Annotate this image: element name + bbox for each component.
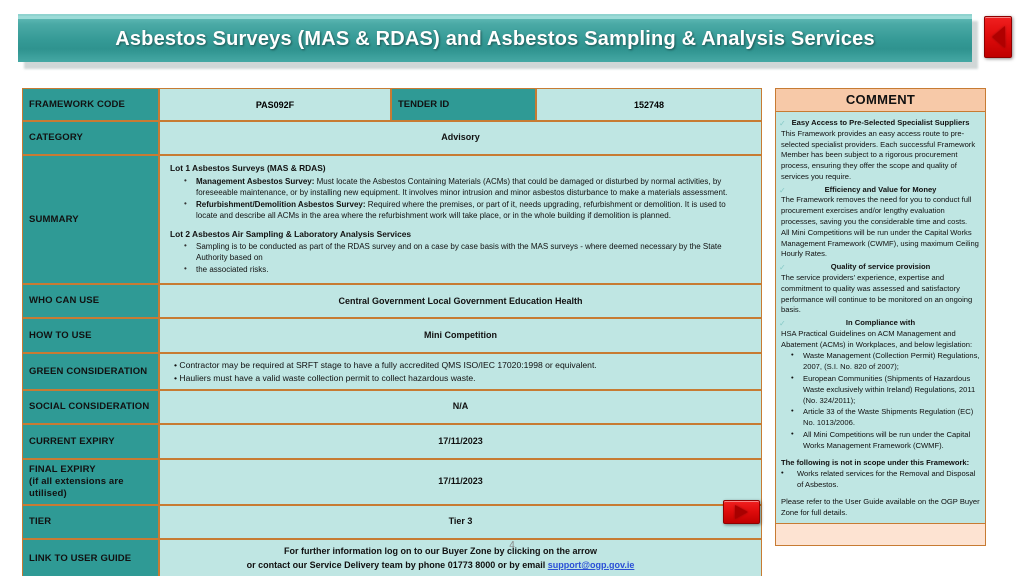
value-how-to-use: Mini Competition: [160, 319, 761, 353]
value-green-consideration: • Contractor may be required at SRFT sta…: [160, 354, 761, 390]
table-row-green-consideration: GREEN CONSIDERATION • Contractor may be …: [23, 354, 761, 392]
list-item: Refurbishment/Demolition Asbestos Survey…: [184, 198, 749, 221]
check-icon: ✓: [779, 119, 786, 128]
table-row-final-expiry: FINAL EXPIRY (if all extensions are util…: [23, 460, 761, 506]
comment-panel-header: COMMENT: [776, 89, 985, 112]
value-summary: Lot 1 Asbestos Surveys (MAS & RDAS) Mana…: [160, 156, 761, 284]
comment-paragraph-1: This Framework provides an easy access r…: [781, 128, 976, 181]
list-item: Article 33 of the Waste Shipments Regula…: [789, 406, 980, 429]
page-title: Asbestos Surveys (MAS & RDAS) and Asbest…: [115, 27, 875, 50]
list-item: European Communities (Shipments of Hazar…: [789, 373, 980, 406]
list-item: • Contractor may be required at SRFT sta…: [174, 360, 597, 371]
value-final-expiry: 17/11/2023: [160, 460, 761, 504]
summary-item-text: the associated risks.: [196, 265, 269, 275]
label-tender-id: TENDER ID: [392, 89, 537, 120]
list-item: Management Asbestos Survey: Must locate …: [184, 175, 749, 198]
label-final-expiry-line2: (if all extensions are utilised): [29, 476, 124, 500]
table-row-category: CATEGORY Advisory: [23, 122, 761, 156]
value-tender-id: 152748: [537, 89, 761, 120]
summary-item-bold: Management Asbestos Survey:: [196, 176, 315, 186]
comment-panel-body: ✓ Easy Access to Pre-Selected Specialist…: [776, 112, 985, 523]
banner-bar: Asbestos Surveys (MAS & RDAS) and Asbest…: [18, 14, 972, 62]
table-row-tier: TIER Tier 3: [23, 505, 761, 540]
summary-item-text: Sampling is to be conducted as part of t…: [196, 242, 722, 263]
framework-details-table: FRAMEWORK CODE PAS092F TENDER ID 152748 …: [22, 88, 762, 576]
comment-heading-4: ✓ In Compliance with: [779, 318, 980, 329]
slide-page: Asbestos Surveys (MAS & RDAS) and Asbest…: [0, 0, 1024, 576]
comment-heading-3-text: Quality of service provision: [830, 262, 931, 272]
comment-heading-1: ✓ Easy Access to Pre-Selected Specialist…: [779, 118, 980, 129]
list-item: Sampling is to be conducted as part of t…: [184, 240, 749, 263]
link-line-2-text: or contact our Service Delivery team by …: [246, 559, 548, 570]
check-icon: ✓: [779, 319, 786, 329]
table-row-summary: SUMMARY Lot 1 Asbestos Surveys (MAS & RD…: [23, 156, 761, 286]
label-social-consideration: SOCIAL CONSIDERATION: [23, 391, 160, 424]
value-who-can-use: Central Government Local Government Educ…: [160, 285, 761, 318]
label-how-to-use: HOW TO USE: [23, 319, 160, 353]
comment-paragraph-4: HSA Practical Guidelines on ACM Manageme…: [781, 328, 973, 349]
comment-panel: COMMENT ✓ Easy Access to Pre-Selected Sp…: [775, 88, 986, 547]
label-green-consideration: GREEN CONSIDERATION: [23, 354, 160, 390]
title-banner: Asbestos Surveys (MAS & RDAS) and Asbest…: [18, 14, 978, 69]
label-who-can-use: WHO CAN USE: [23, 285, 160, 318]
comment-paragraph-3: The service providers' experience, exper…: [781, 272, 973, 315]
list-item: All Mini Competitions will be run under …: [789, 429, 980, 452]
comment-paragraph-2: The Framework removes the need for you t…: [781, 195, 972, 227]
label-framework-code: FRAMEWORK CODE: [23, 89, 160, 120]
summary-item-bold: Refurbishment/Demolition Asbestos Survey…: [196, 199, 366, 209]
label-summary: SUMMARY: [23, 156, 160, 284]
list-item-continuation: the associated risks.: [184, 263, 749, 275]
summary-lot2-list: Sampling is to be conducted as part of t…: [170, 240, 749, 275]
left-triangle-icon: [991, 26, 1005, 48]
table-row-social-consideration: SOCIAL CONSIDERATION N/A: [23, 391, 761, 426]
legislation-list: Waste Management (Collection Permit) Reg…: [781, 350, 980, 452]
summary-lot1-heading: Lot 1 Asbestos Surveys (MAS & RDAS): [170, 163, 326, 173]
label-final-expiry: FINAL EXPIRY (if all extensions are util…: [23, 460, 160, 504]
not-in-scope-list: Works related services for the Removal a…: [781, 468, 980, 491]
table-row-how-to-use: HOW TO USE Mini Competition: [23, 319, 761, 355]
comment-closing-text: Please refer to the User Guide available…: [781, 496, 980, 517]
support-email-link[interactable]: support@ogp.gov.ie: [548, 560, 635, 570]
back-button[interactable]: [984, 16, 1012, 58]
table-row-who-can-use: WHO CAN USE Central Government Local Gov…: [23, 285, 761, 320]
comment-paragraph-2b: All Mini Competitions will be run under …: [781, 227, 979, 259]
list-item: Works related services for the Removal a…: [781, 468, 980, 491]
value-current-expiry: 17/11/2023: [160, 425, 761, 459]
comment-heading-4-text: In Compliance with: [845, 318, 916, 328]
label-tier: TIER: [23, 505, 160, 538]
label-category: CATEGORY: [23, 122, 160, 154]
comment-heading-1-text: Easy Access to Pre-Selected Specialist S…: [791, 118, 970, 127]
comment-heading-2: ✓ Efficiency and Value for Money: [779, 184, 980, 196]
table-row-current-expiry: CURRENT EXPIRY 17/11/2023: [23, 425, 761, 461]
page-number: 4: [509, 540, 515, 551]
right-triangle-icon: [735, 505, 748, 519]
forward-button[interactable]: [723, 500, 760, 524]
summary-lot2-heading: Lot 2 Asbestos Air Sampling & Laboratory…: [170, 228, 412, 239]
value-social-consideration: N/A: [160, 391, 761, 424]
not-in-scope-heading: The following is not in scope under this…: [781, 458, 970, 468]
label-current-expiry: CURRENT EXPIRY: [23, 425, 160, 459]
summary-body: Lot 1 Asbestos Surveys (MAS & RDAS) Mana…: [168, 161, 753, 278]
label-final-expiry-line1: FINAL EXPIRY: [29, 464, 96, 476]
check-icon: ✓: [779, 263, 786, 273]
value-framework-code: PAS092F: [160, 89, 392, 120]
check-icon: ✓: [779, 185, 786, 195]
link-line-2: or contact our Service Delivery team by …: [168, 559, 713, 573]
comment-heading-3: ✓ Quality of service provision: [779, 262, 980, 273]
green-body: • Contractor may be required at SRFT sta…: [168, 359, 753, 384]
table-row-framework-code: FRAMEWORK CODE PAS092F TENDER ID 152748: [23, 89, 761, 122]
list-item: • Hauliers must have a valid waste colle…: [174, 372, 476, 383]
comment-heading-2-text: Efficiency and Value for Money: [824, 184, 937, 194]
summary-lot1-list: Management Asbestos Survey: Must locate …: [170, 175, 749, 221]
value-category: Advisory: [160, 122, 761, 154]
value-tier: Tier 3: [160, 505, 761, 538]
list-item: Waste Management (Collection Permit) Reg…: [789, 350, 980, 373]
